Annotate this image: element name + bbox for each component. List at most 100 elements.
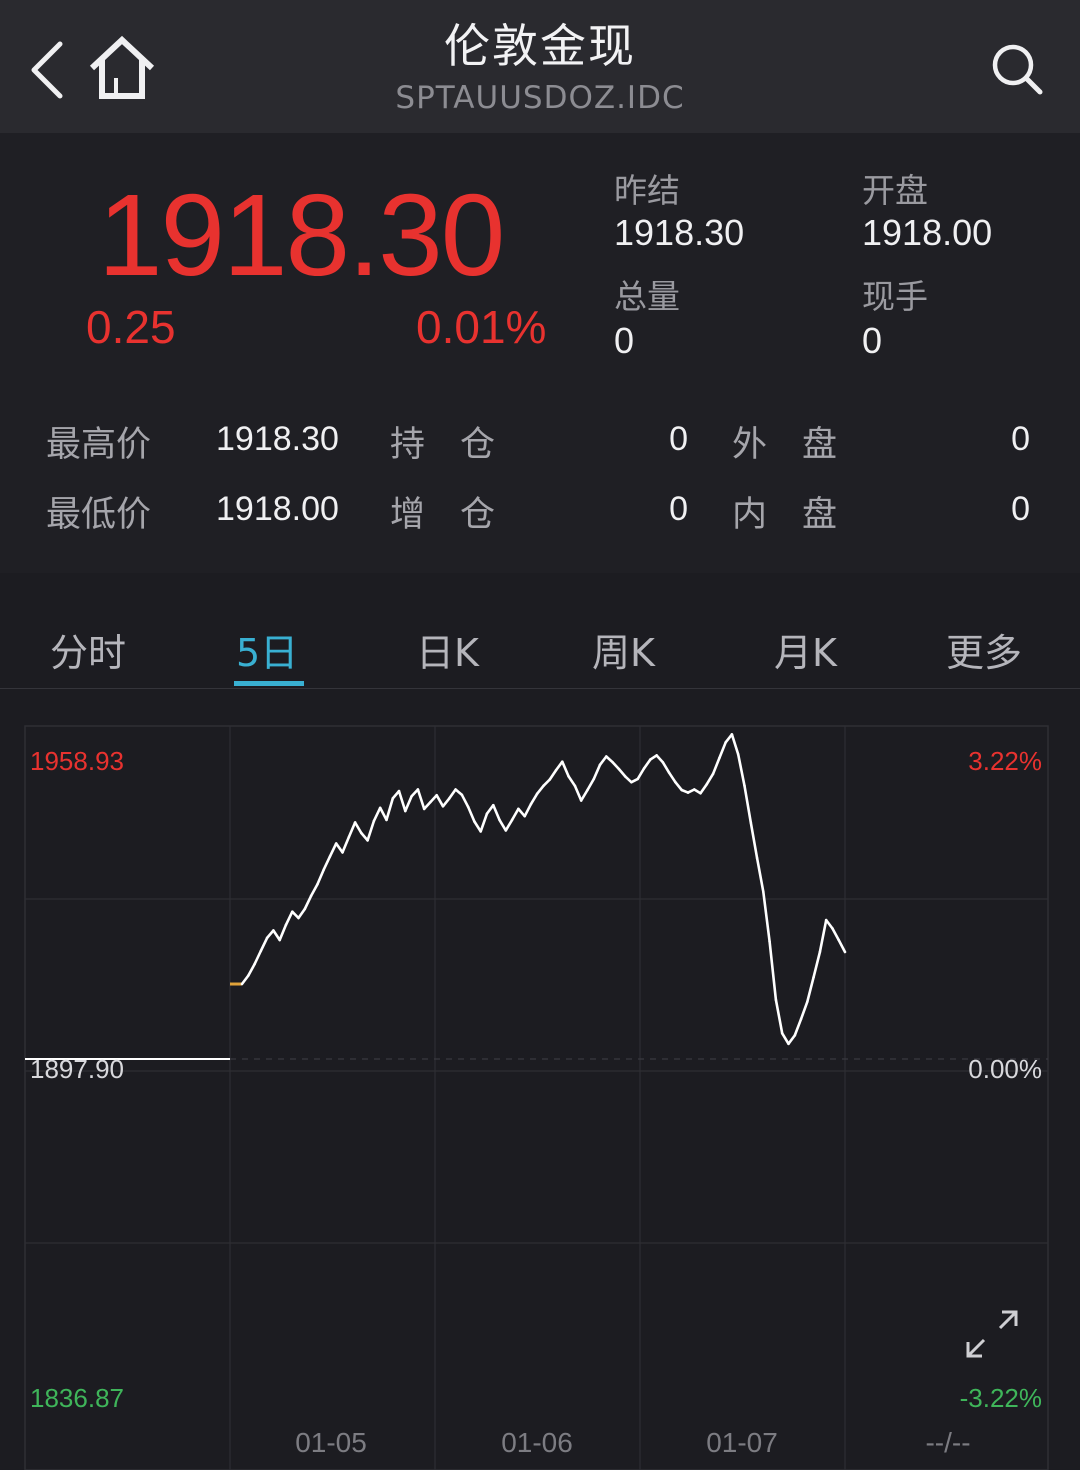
series-segment-5 bbox=[272, 929, 282, 942]
series-segment-53 bbox=[573, 784, 583, 802]
series-segment-41 bbox=[498, 818, 508, 832]
series-segment-37 bbox=[473, 820, 483, 833]
last-volume-label: 现手 bbox=[862, 277, 928, 316]
series-segment-33 bbox=[447, 788, 457, 800]
series-segment-93 bbox=[824, 918, 834, 930]
series-segment-16 bbox=[341, 835, 351, 854]
tab-more[interactable]: 更多 bbox=[946, 622, 1022, 677]
series-segment-23 bbox=[385, 797, 395, 822]
five-day-chart[interactable]: 1958.93 1897.90 1836.87 3.22% 0.00% -3.2… bbox=[0, 689, 1080, 1470]
tab-intraday[interactable]: 分时 bbox=[50, 622, 126, 677]
series-segment-3 bbox=[259, 936, 269, 953]
series-segment-1 bbox=[247, 962, 256, 977]
y-label-min: 1836.87 bbox=[30, 1383, 124, 1413]
grid-frame bbox=[24, 725, 1049, 1470]
chart-period-tabs: 分时 5日 日K 周K 月K 更多 bbox=[0, 600, 1080, 689]
tab-5day[interactable]: 5日 bbox=[236, 622, 298, 677]
series-segment-84 bbox=[768, 940, 778, 1002]
series-segment-22 bbox=[378, 806, 388, 822]
series-segment-28 bbox=[416, 788, 426, 811]
page-title: 伦敦金现 bbox=[444, 19, 636, 73]
expand-arrows-icon[interactable] bbox=[962, 1306, 1022, 1362]
series-segment-80 bbox=[743, 784, 753, 824]
series-segment-91 bbox=[812, 950, 822, 979]
y-label-max: 1958.93 bbox=[30, 746, 124, 776]
series-segment-50 bbox=[554, 760, 564, 772]
series-segment-32 bbox=[441, 797, 451, 808]
series-segment-8 bbox=[290, 910, 300, 920]
series-segment-69 bbox=[674, 780, 684, 792]
series-segment-4 bbox=[265, 929, 275, 940]
low-label: 最低价 bbox=[46, 495, 152, 535]
series-segment-21 bbox=[372, 806, 382, 823]
inner-volume-value: 0 bbox=[1011, 490, 1030, 528]
series-segment-0 bbox=[240, 974, 250, 986]
high-label: 最高价 bbox=[46, 425, 152, 465]
instrument-code: SPTAUUSDOZ.IDC bbox=[395, 80, 685, 116]
series-segment-52 bbox=[567, 775, 577, 788]
open-interest-value: 0 bbox=[669, 420, 688, 458]
series-segment-42 bbox=[504, 818, 514, 832]
series-segment-75 bbox=[711, 756, 721, 776]
inner-volume-label: 内 盘 bbox=[732, 495, 838, 535]
series-segment-30 bbox=[429, 794, 439, 804]
prev-settle-label: 昨结 bbox=[614, 171, 680, 210]
series-segment-38 bbox=[479, 812, 489, 833]
tab-daily-k[interactable]: 日K bbox=[416, 622, 479, 677]
series-segment-85 bbox=[774, 998, 784, 1035]
y-pct-min: -3.22% bbox=[959, 1383, 1042, 1413]
open-value: 1918.00 bbox=[862, 212, 993, 253]
series-segment-92 bbox=[818, 918, 828, 954]
series-segment-10 bbox=[303, 894, 313, 911]
series-segment-66 bbox=[655, 754, 665, 764]
y-pct-mid: 0.00% bbox=[968, 1054, 1042, 1084]
series-segment-49 bbox=[548, 768, 558, 781]
series-segment-68 bbox=[667, 771, 677, 784]
series-segment-9 bbox=[297, 907, 307, 920]
last-price: 1918.30 bbox=[98, 170, 505, 300]
volume-value: 0 bbox=[614, 320, 635, 361]
x-label-empty: --/-- bbox=[925, 1427, 971, 1458]
series-segment-46 bbox=[529, 792, 539, 806]
series-segment-67 bbox=[661, 760, 671, 774]
series-segment-45 bbox=[523, 802, 533, 818]
series-segment-14 bbox=[328, 842, 338, 858]
x-label-0105: 01-05 bbox=[295, 1427, 367, 1458]
outer-volume-value: 0 bbox=[1011, 420, 1030, 458]
series-segment-57 bbox=[598, 755, 608, 767]
interest-change-value: 0 bbox=[669, 490, 688, 528]
chart-grid bbox=[24, 725, 1049, 1470]
series-segment-56 bbox=[592, 763, 602, 781]
home-icon[interactable] bbox=[86, 34, 158, 102]
series-segment-15 bbox=[334, 842, 344, 854]
volume-label: 总量 bbox=[614, 277, 680, 316]
series-segment-88 bbox=[793, 1017, 803, 1037]
series-segment-47 bbox=[535, 784, 545, 795]
low-value: 1918.00 bbox=[216, 490, 339, 528]
series-segment-6 bbox=[278, 923, 288, 942]
interest-change-label: 增 仓 bbox=[390, 495, 496, 535]
outer-volume-label: 外 盘 bbox=[732, 425, 838, 465]
series-segment-79 bbox=[736, 753, 746, 788]
series-segment-51 bbox=[560, 760, 570, 778]
series-segment-11 bbox=[309, 883, 319, 898]
series-segment-25 bbox=[397, 789, 407, 813]
series-segment-18 bbox=[353, 821, 363, 835]
series-segment-17 bbox=[347, 821, 357, 839]
series-segment-89 bbox=[799, 1000, 809, 1021]
series-segment-95 bbox=[837, 938, 847, 954]
tab-weekly-k[interactable]: 周K bbox=[592, 622, 655, 677]
chevron-left-icon[interactable] bbox=[26, 38, 70, 102]
tab-monthly-k[interactable]: 月K bbox=[774, 622, 837, 677]
series-segment-29 bbox=[422, 800, 432, 811]
last-volume-value: 0 bbox=[862, 320, 883, 361]
x-label-0106: 01-06 bbox=[501, 1427, 573, 1458]
series-segment-90 bbox=[805, 975, 815, 1004]
series-segment-59 bbox=[611, 760, 621, 771]
series-segment-7 bbox=[284, 910, 294, 927]
series-segment-78 bbox=[730, 733, 740, 756]
series-segment-74 bbox=[705, 772, 715, 786]
search-icon[interactable] bbox=[988, 40, 1046, 98]
series-segment-20 bbox=[366, 819, 376, 842]
price-change: 0.25 bbox=[86, 301, 176, 353]
